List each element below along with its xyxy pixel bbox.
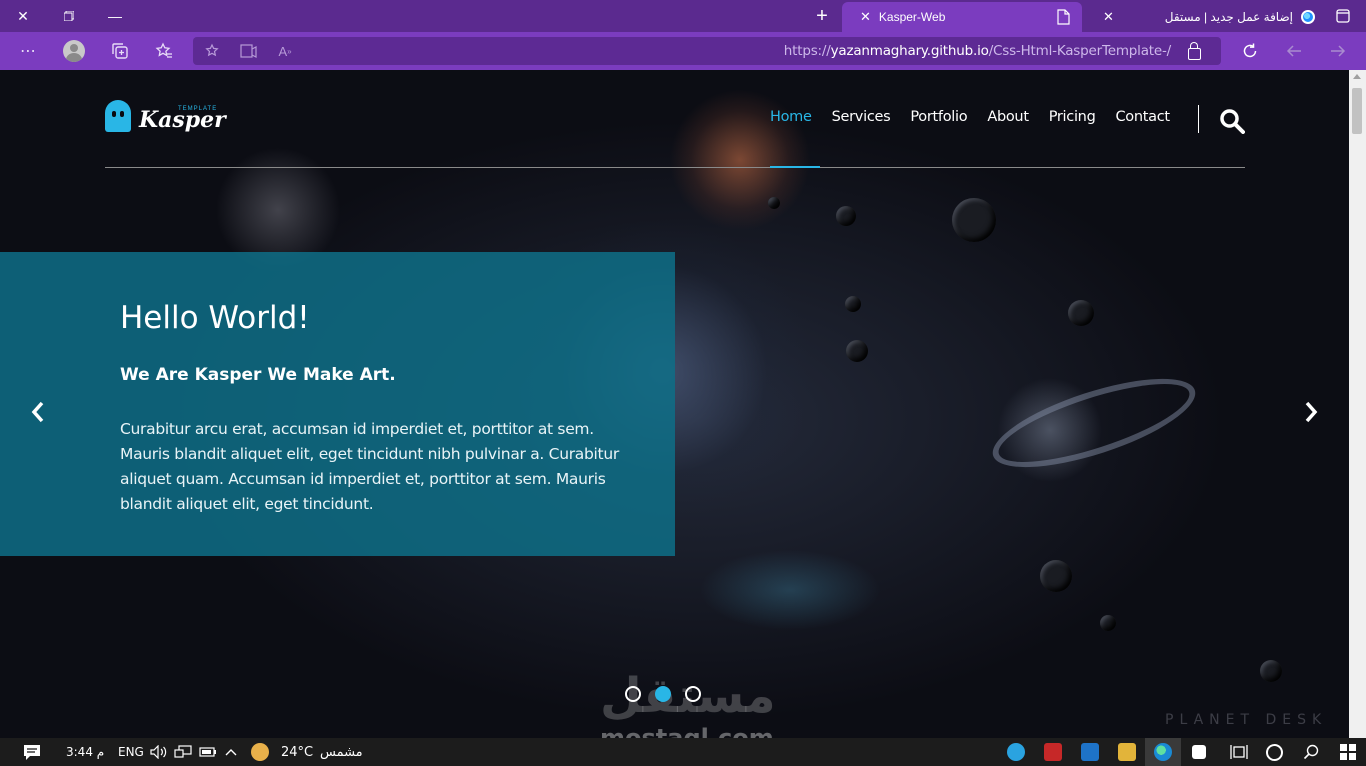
planet-decoration: [1068, 300, 1094, 326]
collections-icon: [112, 43, 128, 59]
collections-button[interactable]: [104, 35, 136, 67]
chevron-up-icon[interactable]: [224, 738, 238, 766]
profile-button[interactable]: [58, 35, 90, 67]
clock-time[interactable]: 3:44 م: [66, 738, 104, 766]
nav-about[interactable]: About: [987, 109, 1029, 125]
close-window-button[interactable]: ✕: [0, 0, 46, 32]
start-windows-icon[interactable]: [1340, 738, 1356, 766]
notifications-icon[interactable]: [22, 738, 42, 766]
planet-decoration: [1040, 560, 1072, 592]
mostaql-favicon-icon: [1301, 10, 1315, 24]
store-icon[interactable]: [1192, 745, 1206, 759]
network-icon[interactable]: [174, 738, 192, 766]
hero-text: Curabitur arcu erat, accumsan id imperdi…: [120, 420, 619, 513]
planet-decoration: [768, 197, 780, 209]
refresh-button[interactable]: [1234, 35, 1266, 67]
new-tab-button[interactable]: +: [799, 0, 845, 32]
slider-dots: [625, 686, 715, 702]
close-tab-icon[interactable]: ✕: [860, 9, 871, 25]
slider-prev-arrow-icon[interactable]: [30, 400, 46, 424]
favorites-star-icon: [155, 42, 172, 58]
nav-divider: [1198, 105, 1199, 133]
address-bar[interactable]: A» https://yazanmaghary.github.io/Css-Ht…: [193, 37, 1221, 65]
nav-home[interactable]: Home: [770, 109, 812, 125]
nav-portfolio[interactable]: Portfolio: [910, 109, 967, 125]
weather-sun-icon[interactable]: [251, 738, 269, 766]
page-viewport: TEMPLATE Kasper Home Services Portfolio …: [0, 70, 1349, 738]
nav-contact[interactable]: Contact: [1115, 109, 1170, 125]
page-scrollbar[interactable]: [1349, 70, 1366, 738]
planet-decoration: [1100, 615, 1116, 631]
immersive-reader-icon[interactable]: [235, 35, 263, 67]
planet-decoration: [845, 296, 861, 312]
forward-button[interactable]: [1278, 35, 1310, 67]
edge-browser-icon[interactable]: [1154, 743, 1172, 761]
logo-ghost-icon[interactable]: [105, 100, 131, 132]
arrow-right-icon: [1331, 45, 1346, 57]
search-taskbar-icon[interactable]: [1303, 738, 1319, 766]
watermark-latin: mostaql.com: [600, 724, 774, 738]
hero-subtitle: We Are Kasper We Make Art.: [120, 365, 396, 385]
slider-dot-active[interactable]: [655, 686, 671, 702]
language-indicator[interactable]: ENG: [118, 738, 144, 766]
tab-actions-icon: [1336, 9, 1350, 23]
taskbar: 3:44 م ENG 24°C مشمس: [0, 738, 1366, 766]
weather-condition[interactable]: مشمس: [320, 738, 363, 766]
restore-icon: [64, 11, 74, 21]
arrow-left-icon: [1286, 45, 1301, 57]
hero-title: Hello World!: [120, 300, 310, 336]
nav-pricing[interactable]: Pricing: [1049, 109, 1096, 125]
volume-icon[interactable]: [150, 738, 168, 766]
tab-title: Kasper-Web: [878, 10, 946, 24]
telegram-icon[interactable]: [1007, 743, 1025, 761]
restore-window-button[interactable]: [46, 0, 92, 32]
main-nav: Home Services Portfolio About Pricing Co…: [770, 109, 1190, 125]
planet-decoration: [836, 206, 856, 226]
temperature[interactable]: 24°C: [281, 738, 313, 766]
url-text[interactable]: https://yazanmaghary.github.io/Css-Html-…: [784, 43, 1171, 59]
active-nav-underline: [770, 166, 820, 168]
header-divider: [105, 167, 1245, 168]
task-view-icon[interactable]: [1230, 738, 1248, 766]
tab-actions-button[interactable]: [1320, 0, 1366, 32]
logo-text[interactable]: Kasper: [139, 107, 226, 133]
tab-mostaql[interactable]: ✕ إضافة عمل جديد | مستقل: [1085, 2, 1325, 32]
search-icon[interactable]: [1219, 108, 1245, 134]
read-aloud-icon[interactable]: A»: [271, 35, 299, 67]
settings-more-button[interactable]: ⋯: [12, 35, 44, 67]
file-explorer-icon[interactable]: [1118, 743, 1136, 761]
close-tab-icon[interactable]: ✕: [1103, 9, 1114, 25]
favorites-button[interactable]: [148, 35, 180, 67]
tab-title: إضافة عمل جديد | مستقل: [1164, 10, 1293, 24]
browser-toolbar: ⋯ A» https://yazanmaghary.github.io/Css-…: [0, 32, 1366, 70]
browser-tab-bar: ✕ — + ✕ Kasper-Web ✕ إضافة عمل جديد | مس…: [0, 0, 1366, 32]
add-favorite-icon[interactable]: [199, 35, 227, 67]
refresh-icon: [1243, 43, 1257, 58]
back-button[interactable]: [1322, 35, 1354, 67]
avatar: [63, 40, 85, 62]
slider-next-arrow-icon[interactable]: [1303, 400, 1319, 424]
planet-decoration: [846, 340, 868, 362]
planet-decoration: [952, 198, 996, 242]
battery-icon[interactable]: [199, 738, 217, 766]
ringed-planet-decoration: [983, 360, 1205, 486]
lock-icon[interactable]: [1188, 42, 1201, 60]
nav-services[interactable]: Services: [832, 109, 891, 125]
mail-icon[interactable]: [1081, 743, 1099, 761]
minimize-window-button[interactable]: —: [92, 0, 138, 32]
slider-dot[interactable]: [625, 686, 641, 702]
planet-decoration: [1260, 660, 1282, 682]
watermark-planet-desk: PLANET DESK: [1165, 712, 1328, 728]
cortana-icon[interactable]: [1266, 738, 1283, 766]
slider-dot[interactable]: [685, 686, 701, 702]
scroll-up-icon[interactable]: [1353, 74, 1361, 79]
page-icon: [1057, 9, 1070, 28]
tab-kasper-web[interactable]: ✕ Kasper-Web: [842, 2, 1082, 32]
hero-box: Hello World! We Are Kasper We Make Art. …: [0, 252, 675, 556]
wps-office-icon[interactable]: [1044, 743, 1062, 761]
scroll-thumb[interactable]: [1352, 88, 1362, 134]
